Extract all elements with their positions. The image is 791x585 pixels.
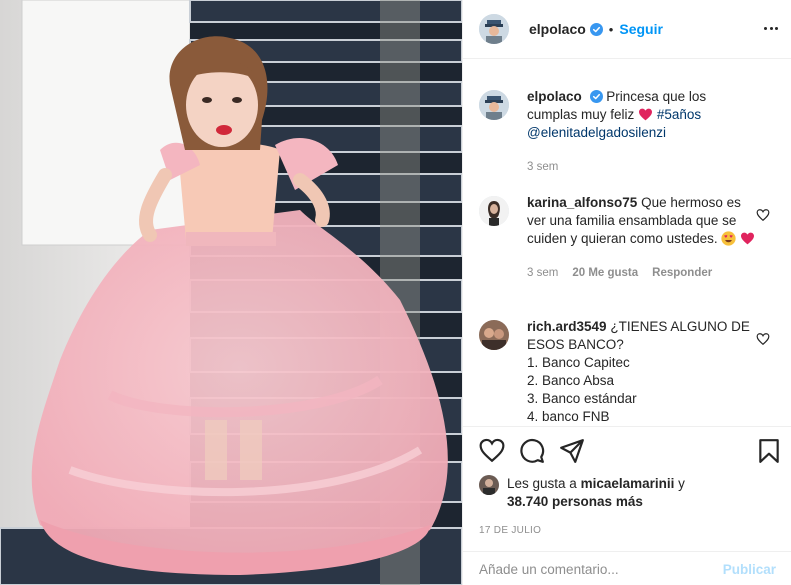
liker-username[interactable]: micaelamarinii: [581, 476, 675, 491]
comment-time[interactable]: 3 sem: [527, 264, 558, 282]
comment-line: 3. Banco estándar: [527, 391, 637, 406]
likes-prefix: Les gusta a: [507, 476, 577, 491]
post-date[interactable]: 17 DE JULIO: [463, 525, 791, 536]
likes-summary: Les gusta a micaelamarinii y 38.740 pers…: [463, 475, 791, 511]
liker-avatar[interactable]: [479, 475, 499, 495]
caption: elpolaco Princesa que los cumplas muy fe…: [479, 88, 776, 176]
comment-line: 1. Banco Capitec: [527, 355, 630, 370]
comment-username[interactable]: karina_alfonso75: [527, 195, 637, 210]
heart-eyes-emoji-icon: [721, 231, 737, 246]
post-photo[interactable]: [0, 0, 462, 585]
post-header: elpolaco • Seguir: [463, 0, 791, 59]
red-heart-emoji-icon: [741, 232, 755, 245]
commenter-avatar[interactable]: [479, 196, 509, 226]
caption-username[interactable]: elpolaco: [527, 89, 582, 104]
like-comment-heart-icon[interactable]: [756, 208, 770, 222]
bookmark-icon[interactable]: [756, 438, 782, 464]
verified-badge-icon: [589, 90, 603, 103]
post-footer: Les gusta a micaelamarinii y 38.740 pers…: [463, 426, 791, 577]
post-image: [0, 0, 462, 585]
post-side-panel: elpolaco • Seguir elpolaco Princesa que …: [462, 0, 791, 585]
caption-time[interactable]: 3 sem: [527, 158, 558, 176]
author-username[interactable]: elpolaco: [529, 21, 586, 37]
action-bar: [463, 427, 791, 475]
follow-button[interactable]: Seguir: [619, 21, 663, 37]
comment-likes[interactable]: 20 Me gusta: [572, 264, 638, 282]
author-avatar[interactable]: [479, 90, 509, 120]
likes-joiner: y: [678, 476, 685, 491]
heart-icon[interactable]: [479, 438, 505, 464]
comment-username[interactable]: rich.ard3549: [527, 319, 607, 334]
red-heart-emoji-icon: [639, 108, 653, 121]
separator-dot: •: [608, 21, 614, 37]
likes-count[interactable]: 38.740 personas más: [507, 494, 643, 509]
comment-input[interactable]: [479, 561, 723, 577]
comment-item: karina_alfonso75 Que hermoso es ver una …: [479, 194, 776, 282]
commenter-avatar[interactable]: [479, 320, 509, 350]
comment-line: 2. Banco Absa: [527, 373, 615, 388]
share-icon[interactable]: [559, 438, 585, 464]
reply-button[interactable]: Responder: [652, 264, 712, 282]
more-options-icon[interactable]: [761, 20, 781, 36]
caption-hashtag[interactable]: #5años: [657, 107, 701, 122]
comment-icon[interactable]: [519, 438, 545, 464]
like-comment-heart-icon[interactable]: [756, 332, 770, 346]
comment-line: 4. banco FNB: [527, 409, 610, 424]
author-avatar[interactable]: [479, 14, 509, 44]
publish-button[interactable]: Publicar: [723, 562, 776, 577]
caption-mention[interactable]: @elenitadelgadosilenzi: [527, 125, 666, 140]
comment-item: rich.ard3549 ¿TIENES ALGUNO DE ESOS BANC…: [479, 318, 776, 426]
add-comment-bar: Publicar: [463, 551, 791, 585]
comments-list[interactable]: elpolaco Princesa que los cumplas muy fe…: [463, 60, 791, 426]
verified-badge-icon: [589, 22, 603, 36]
